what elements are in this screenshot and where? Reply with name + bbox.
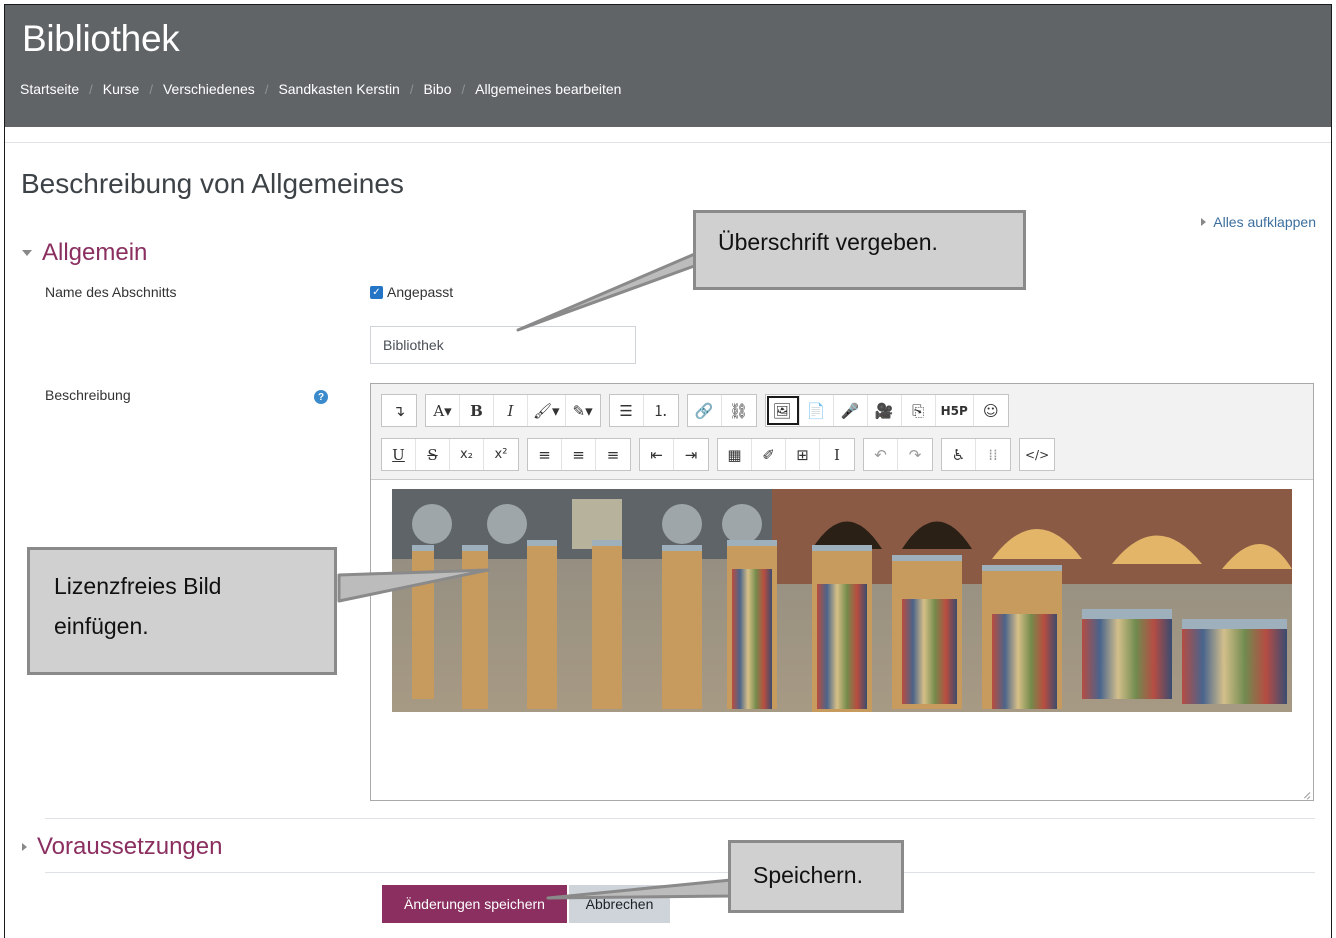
special-char-button[interactable]: ✐ xyxy=(752,439,786,470)
callout-image-line-1: Lizenzfreies Bild xyxy=(54,573,222,599)
expand-arrow-icon xyxy=(22,843,27,851)
link-button[interactable]: 🔗 xyxy=(688,395,722,426)
bold-button[interactable]: B xyxy=(460,395,494,426)
insert-media-button[interactable]: 📄 xyxy=(800,395,834,426)
ordered-list-button[interactable]: ⒈ xyxy=(644,395,678,426)
manage-files-button[interactable]: ⎘ xyxy=(902,395,936,426)
page-title: Beschreibung von Allgemeines xyxy=(21,168,404,199)
accessibility-checker-button[interactable]: ♿ xyxy=(942,439,976,470)
breadcrumb-current[interactable]: Allgemeines bearbeiten xyxy=(475,81,621,97)
outdent-button[interactable]: ⇤ xyxy=(640,439,674,470)
paragraph-style-button[interactable]: A▾ xyxy=(426,395,460,426)
toolbar-group-style: A▾ B I 🖌▾ ✎▾ xyxy=(425,394,601,427)
editor-toolbar: ↴ A▾ B I 🖌▾ ✎▾ ☰ ⒈ 🔗 ⛓ 🖼 📄 🎤 🎥 ⎘ H5P ☺ U… xyxy=(371,384,1313,480)
toolbar-row-2: U S x₂ x² ≡ ≡ ≡ ⇤ ⇥ ▦ ✐ ⊞ I ↶ ↷ ♿ ⁞⁞ </> xyxy=(381,438,1063,471)
toolbar-group-html: </> xyxy=(1019,438,1056,471)
record-audio-button[interactable]: 🎤 xyxy=(834,395,868,426)
section-divider xyxy=(45,818,1315,819)
toolbar-group-lists: ☰ ⒈ xyxy=(608,394,679,427)
callout-heading: Überschrift vergeben. xyxy=(693,210,1026,290)
browser-frame: Bibliothek Startseite / Kurse / Verschie… xyxy=(4,4,1332,938)
expand-all-label: Alles aufklappen xyxy=(1213,214,1316,230)
section-title-prerequisites: Voraussetzungen xyxy=(37,833,223,860)
description-label: Beschreibung xyxy=(45,387,131,403)
toolbar-group-indent: ⇤ ⇥ xyxy=(639,438,709,471)
toolbar-group-links: 🔗 ⛓ xyxy=(686,394,757,427)
strikethrough-button[interactable]: S xyxy=(416,439,450,470)
screenreader-helper-button[interactable]: ⁞⁞ xyxy=(976,439,1010,470)
rich-text-editor: ↴ A▾ B I 🖌▾ ✎▾ ☰ ⒈ 🔗 ⛓ 🖼 📄 🎤 🎥 ⎘ H5P ☺ U… xyxy=(370,383,1314,801)
align-center-button[interactable]: ≡ xyxy=(562,439,596,470)
header-divider xyxy=(5,142,1331,143)
save-changes-button[interactable]: Änderungen speichern xyxy=(382,885,567,923)
breadcrumb-startseite[interactable]: Startseite xyxy=(20,81,79,97)
breadcrumb-separator: / xyxy=(89,81,93,97)
callout-save-text: Speichern. xyxy=(753,862,863,888)
clear-formatting-button[interactable]: I xyxy=(820,439,854,470)
callout-image: Lizenzfreies Bild einfügen. xyxy=(27,547,337,675)
callout-image-line-2: einfügen. xyxy=(54,613,149,639)
section-name-input[interactable]: Bibliothek xyxy=(370,326,636,364)
font-color-button[interactable]: 🖌▾ xyxy=(528,395,566,426)
insert-image-button[interactable]: 🖼 xyxy=(766,395,800,426)
emoji-button[interactable]: ☺ xyxy=(974,395,1008,426)
superscript-button[interactable]: x² xyxy=(484,439,518,470)
breadcrumb-separator: / xyxy=(409,81,414,97)
indent-button[interactable]: ⇥ xyxy=(674,439,708,470)
unordered-list-button[interactable]: ☰ xyxy=(610,395,644,426)
unlink-button[interactable]: ⛓ xyxy=(722,395,756,426)
help-icon[interactable]: ? xyxy=(314,390,328,404)
custom-name-label: Angepasst xyxy=(387,284,454,300)
breadcrumb-bibo[interactable]: Bibo xyxy=(423,81,451,97)
expand-all-link[interactable]: Alles aufklappen xyxy=(1201,214,1316,230)
section-toggle-prerequisites[interactable]: Voraussetzungen xyxy=(22,833,222,861)
record-video-button[interactable]: 🎥 xyxy=(868,395,902,426)
align-right-button[interactable]: ≡ xyxy=(596,439,630,470)
breadcrumb-kurse[interactable]: Kurse xyxy=(103,81,140,97)
page-header: Bibliothek Startseite / Kurse / Verschie… xyxy=(5,5,1331,127)
toolbar-row-1: ↴ A▾ B I 🖌▾ ✎▾ ☰ ⒈ 🔗 ⛓ 🖼 📄 🎤 🎥 ⎘ H5P ☺ xyxy=(381,394,1017,427)
underline-button[interactable]: U xyxy=(382,439,416,470)
toggle-toolbar-button[interactable]: ↴ xyxy=(382,395,416,426)
section-name-label: Name des Abschnitts xyxy=(45,284,177,300)
h5p-button[interactable]: H5P xyxy=(936,395,974,426)
site-title: Bibliothek xyxy=(22,18,180,59)
cancel-button[interactable]: Abbrechen xyxy=(569,885,670,923)
section-divider xyxy=(45,872,1315,873)
background-color-button[interactable]: ✎▾ xyxy=(566,395,600,426)
toolbar-group-collapse: ↴ xyxy=(381,394,417,427)
table-button[interactable]: ⊞ xyxy=(786,439,820,470)
breadcrumb-separator: / xyxy=(149,81,153,97)
undo-button[interactable]: ↶ xyxy=(864,439,898,470)
callout-save: Speichern. xyxy=(728,840,904,913)
library-image xyxy=(392,489,1292,712)
collapse-arrow-icon xyxy=(22,250,32,256)
breadcrumb: Startseite / Kurse / Verschiedenes / San… xyxy=(20,81,621,97)
editor-content-area[interactable] xyxy=(371,481,1313,801)
breadcrumb-sandkasten[interactable]: Sandkasten Kerstin xyxy=(278,81,399,97)
breadcrumb-separator: / xyxy=(461,81,466,97)
html-source-button[interactable]: </> xyxy=(1020,439,1054,470)
resize-handle-icon[interactable] xyxy=(1300,788,1311,800)
equation-button[interactable]: ▦ xyxy=(718,439,752,470)
breadcrumb-verschiedenes[interactable]: Verschiedenes xyxy=(163,81,255,97)
toolbar-group-media: 🖼 📄 🎤 🎥 ⎘ H5P ☺ xyxy=(764,394,1009,427)
subscript-button[interactable]: x₂ xyxy=(450,439,484,470)
callout-heading-text: Überschrift vergeben. xyxy=(718,229,938,255)
checkbox-checked-icon: ✓ xyxy=(370,285,383,299)
section-title-general: Allgemein xyxy=(42,239,148,266)
redo-button[interactable]: ↷ xyxy=(898,439,932,470)
italic-button[interactable]: I xyxy=(494,395,528,426)
toolbar-group-history: ↶ ↷ xyxy=(863,438,933,471)
breadcrumb-separator: / xyxy=(264,81,269,97)
section-toggle-general[interactable]: Allgemein xyxy=(22,239,147,267)
toolbar-group-a11y: ♿ ⁞⁞ xyxy=(941,438,1011,471)
toolbar-group-align: ≡ ≡ ≡ xyxy=(527,438,631,471)
toolbar-group-text: U S x₂ x² xyxy=(381,438,519,471)
align-left-button[interactable]: ≡ xyxy=(528,439,562,470)
toolbar-group-insert: ▦ ✐ ⊞ I xyxy=(717,438,855,471)
custom-name-checkbox[interactable]: ✓ Angepasst xyxy=(370,284,453,300)
expand-arrow-icon xyxy=(1201,218,1207,226)
